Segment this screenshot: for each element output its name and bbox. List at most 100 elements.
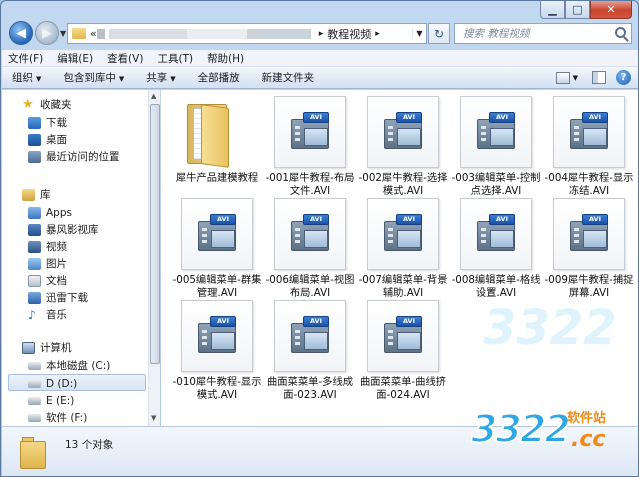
refresh-icon[interactable]: ↻: [428, 23, 450, 44]
file-item[interactable]: AVI -006编辑菜单-视图布局.AVI: [264, 198, 356, 300]
file-item[interactable]: AVI -003编辑菜单-控制点选择.AVI: [450, 96, 542, 198]
nav-drive-d[interactable]: D (D:): [28, 375, 77, 392]
star-icon: ★: [22, 96, 34, 112]
chevron-right-icon[interactable]: ▸: [319, 29, 324, 39]
nav-item-apps[interactable]: Apps: [28, 204, 72, 221]
search-input[interactable]: 搜索 教程视频: [454, 23, 632, 44]
item-count: 13 个对象: [65, 439, 114, 451]
chevron-right-icon[interactable]: ▸: [375, 29, 380, 39]
maximize-button[interactable]: □: [565, 1, 590, 19]
file-item[interactable]: AVI -005编辑菜单-群集管理.AVI: [171, 198, 263, 300]
menu-tools[interactable]: 工具(T): [157, 51, 193, 66]
nav-computer[interactable]: 计算机: [22, 339, 72, 356]
include-label: 包含到库中: [63, 72, 116, 84]
nav-item-label: 桌面: [46, 134, 67, 146]
nav-drive-c[interactable]: 本地磁盘 (C:): [28, 357, 110, 374]
nav-item-label: 下载: [46, 117, 67, 129]
search-icon[interactable]: [615, 27, 626, 38]
nav-libraries[interactable]: 库: [22, 186, 51, 203]
address-bar[interactable]: « ▸ 教程视频 ▸ ▼: [67, 23, 427, 44]
file-item[interactable]: AVI 曲面菜菜单-曲线挤面-024.AVI: [357, 300, 449, 402]
breadcrumb-overflow[interactable]: «: [90, 27, 97, 40]
file-item[interactable]: AVI -010犀牛教程-显示模式.AVI: [171, 300, 263, 402]
watermark-logo: 3322: [470, 406, 572, 452]
avi-badge: AVI: [582, 112, 608, 123]
documents-icon: [28, 274, 41, 287]
avi-badge: AVI: [396, 214, 422, 225]
file-name: -004犀牛教程-显示冻结.AVI: [544, 172, 634, 197]
view-controls: ▼ ?: [555, 70, 631, 85]
nav-item-label: Apps: [46, 206, 72, 219]
file-item[interactable]: AVI -009犀牛教程-捕捉屏幕.AVI: [543, 198, 635, 300]
avi-badge: AVI: [396, 316, 422, 327]
file-list: 3322 犀牛产品建模教程 AVI -001犀牛教程-布局文件.AVI AVI -002…: [161, 90, 638, 426]
avi-badge: AVI: [396, 112, 422, 123]
file-item[interactable]: AVI -007编辑菜单-背景辅助.AVI: [357, 198, 449, 300]
caption-buttons: ▁ □ ✕: [540, 1, 632, 19]
file-name: -009犀牛教程-捕捉屏幕.AVI: [544, 274, 634, 299]
avi-file-icon: AVI: [367, 96, 439, 168]
menu-file[interactable]: 文件(F): [8, 51, 43, 66]
file-item[interactable]: AVI -008编辑菜单-格线设置.AVI: [450, 198, 542, 300]
navigation-pane: ★ 收藏夹 下载 桌面 最近访问的位置 库 Apps 暴风影视库 视频 图片 文档…: [2, 90, 148, 426]
play-all-button[interactable]: 全部播放: [198, 70, 240, 85]
scroll-up-icon[interactable]: ▲: [151, 92, 156, 100]
nav-drive-f[interactable]: 软件 (F:): [28, 409, 87, 426]
file-item[interactable]: AVI -001犀牛教程-布局文件.AVI: [264, 96, 356, 198]
nav-item-videos[interactable]: 视频: [28, 238, 67, 255]
avi-file-icon: AVI: [181, 300, 253, 372]
avi-file-icon: AVI: [367, 300, 439, 372]
nav-item-desktop[interactable]: 桌面: [28, 131, 67, 148]
recent-places-icon: [28, 150, 41, 163]
avi-badge: AVI: [303, 214, 329, 225]
nav-item-label: 音乐: [46, 309, 67, 321]
chevron-down-icon[interactable]: ▼: [412, 29, 426, 38]
new-folder-button[interactable]: 新建文件夹: [262, 70, 315, 85]
organize-button[interactable]: 组织 ▼: [12, 70, 41, 85]
close-button[interactable]: ✕: [590, 1, 632, 19]
avi-badge: AVI: [489, 112, 515, 123]
include-in-library-button[interactable]: 包含到库中 ▼: [63, 70, 124, 85]
file-name: 曲面菜菜单-多线成面-023.AVI: [266, 376, 354, 401]
avi-file-icon: AVI: [553, 198, 625, 270]
menu-view[interactable]: 查看(V): [107, 51, 143, 66]
nav-drive-label: D (D:): [46, 377, 78, 390]
nav-item-baofeng[interactable]: 暴风影视库: [28, 221, 99, 238]
nav-item-downloads[interactable]: 下载: [28, 114, 67, 131]
preview-pane-icon[interactable]: [592, 71, 606, 84]
menu-help[interactable]: 帮助(H): [207, 51, 244, 66]
help-icon[interactable]: ?: [616, 70, 631, 85]
command-bar: 组织 ▼ 包含到库中 ▼ 共享 ▼ 全部播放 新建文件夹 ▼ ?: [2, 67, 638, 89]
scroll-down-icon[interactable]: ▼: [151, 414, 156, 422]
nav-item-xunlei[interactable]: 迅雷下载: [28, 289, 88, 306]
nav-drive-e[interactable]: E (E:): [28, 392, 74, 409]
menu-edit[interactable]: 编辑(E): [57, 51, 93, 66]
breadcrumb-current[interactable]: 教程视频: [327, 26, 371, 42]
file-item[interactable]: AVI -002犀牛教程-选择模式.AVI: [357, 96, 449, 198]
back-arrow-icon[interactable]: ◀: [9, 21, 33, 45]
recent-pages-dropdown-icon[interactable]: ▼: [60, 29, 66, 38]
nav-item-pictures[interactable]: 图片: [28, 255, 67, 272]
folder-item[interactable]: 犀牛产品建模教程: [171, 96, 263, 185]
file-name: -010犀牛教程-显示模式.AVI: [172, 376, 262, 401]
minimize-button[interactable]: ▁: [540, 1, 565, 19]
file-item[interactable]: AVI 曲面菜菜单-多线成面-023.AVI: [264, 300, 356, 402]
nav-item-recent[interactable]: 最近访问的位置: [28, 148, 120, 165]
file-item[interactable]: AVI -004犀牛教程-显示冻结.AVI: [543, 96, 635, 198]
nav-item-music[interactable]: ♪ 音乐: [28, 306, 67, 323]
nav-item-documents[interactable]: 文档: [28, 272, 67, 289]
scrollbar-thumb[interactable]: [150, 104, 160, 364]
video-library-icon: [28, 223, 41, 236]
nav-favorites[interactable]: ★ 收藏夹: [22, 96, 72, 113]
chevron-down-icon[interactable]: ▼: [573, 74, 578, 82]
apps-library-icon: [28, 206, 41, 219]
share-button[interactable]: 共享 ▼: [146, 70, 175, 85]
navigation-scrollbar[interactable]: ▲ ▼: [148, 90, 160, 426]
avi-file-icon: AVI: [181, 198, 253, 270]
avi-file-icon: AVI: [460, 198, 532, 270]
view-icon[interactable]: [555, 71, 570, 84]
forward-arrow-icon[interactable]: ▶: [35, 21, 59, 45]
organize-label: 组织: [12, 72, 33, 84]
pictures-icon: [28, 257, 41, 270]
watermark-tld: .cc: [571, 427, 606, 452]
